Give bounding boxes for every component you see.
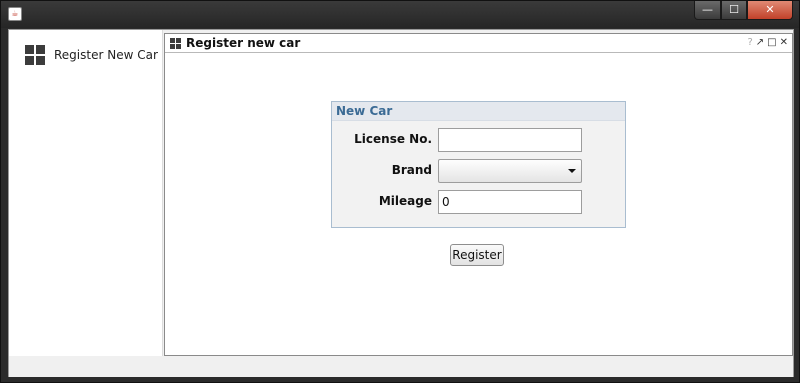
new-car-group: New Car License No. Brand Mileage (331, 101, 626, 228)
grid-icon (170, 38, 181, 49)
brand-dropdown[interactable] (438, 159, 582, 183)
client-area: Register New Car Register new car ? ↗ □ … (8, 29, 794, 377)
maximize-icon[interactable]: □ (767, 37, 776, 49)
chevron-down-icon (568, 169, 576, 173)
close-button[interactable]: ✕ (747, 1, 793, 20)
sidebar-item-label: Register New Car (54, 48, 158, 62)
license-input[interactable] (438, 128, 582, 152)
mileage-label: Mileage (378, 194, 432, 208)
internal-frame: Register new car ? ↗ □ ✕ New Car License… (164, 33, 793, 356)
license-label: License No. (354, 132, 432, 146)
maximize-button[interactable]: ☐ (721, 1, 747, 20)
brand-label: Brand (391, 163, 432, 177)
status-strip (9, 357, 793, 377)
window-titlebar[interactable]: ☕ — ☐ ✕ (1, 1, 799, 28)
frame-controls: ? ↗ □ ✕ (747, 37, 788, 49)
grid-icon (25, 45, 45, 65)
java-cup-icon: ☕ (8, 7, 22, 21)
mileage-row: Mileage (332, 190, 625, 214)
register-button[interactable]: Register (450, 244, 504, 266)
mileage-input[interactable] (438, 190, 582, 214)
window-controls: — ☐ ✕ (694, 1, 793, 21)
frame-titlebar[interactable]: Register new car ? ↗ □ ✕ (165, 34, 792, 53)
close-icon[interactable]: ✕ (780, 37, 788, 49)
minimize-button[interactable]: — (694, 1, 721, 20)
brand-row: Brand (332, 159, 625, 183)
sidebar: Register New Car (9, 30, 163, 356)
sidebar-item-register-new-car[interactable]: Register New Car (25, 44, 158, 66)
application-window: ☕ — ☐ ✕ Register New Car Register new ca… (0, 0, 800, 383)
help-icon[interactable]: ? (747, 37, 752, 49)
frame-title: Register new car (186, 36, 301, 50)
detach-icon[interactable]: ↗ (756, 37, 764, 49)
license-row: License No. (332, 128, 625, 152)
group-title: New Car (332, 102, 625, 121)
